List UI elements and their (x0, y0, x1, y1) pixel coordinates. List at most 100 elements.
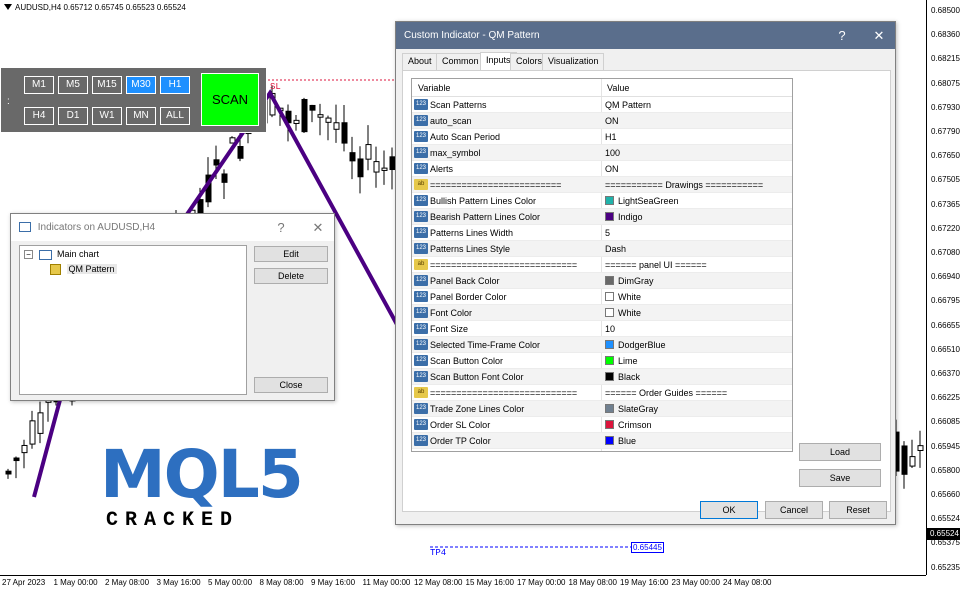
tree-item-qm-pattern[interactable]: QM Pattern (50, 264, 117, 276)
color-swatch[interactable] (605, 404, 614, 413)
input-row[interactable]: 123 Selected Time-Frame Color DodgerBlue (412, 337, 792, 353)
numeric-type-icon: 123 (414, 435, 428, 446)
ok-button[interactable]: OK (700, 501, 758, 519)
column-header-value[interactable]: Value (607, 79, 629, 97)
color-swatch[interactable] (605, 308, 614, 317)
timeframe-button-d1[interactable]: D1 (58, 107, 88, 125)
timeframe-button-m5[interactable]: M5 (58, 76, 88, 94)
inputs-grid[interactable]: Variable Value 123 Scan Patterns QM Patter… (411, 78, 793, 452)
input-row[interactable]: 123 Scan Button Font Color Black (412, 369, 792, 385)
input-row[interactable]: 123 Scan Patterns QM Pattern (412, 97, 792, 113)
indicators-window-titlebar[interactable]: Indicators on AUDUSD,H4 ? ✕ (11, 214, 334, 241)
input-row[interactable]: ab ============================ ====== pan… (412, 257, 792, 273)
indicator-tree[interactable]: − Main chart QM Pattern (19, 245, 247, 395)
color-swatch[interactable] (605, 420, 614, 429)
input-row[interactable]: 123 Font Color White (412, 305, 792, 321)
input-value[interactable]: ON (605, 161, 619, 177)
input-value[interactable]: Lime (618, 353, 638, 369)
timeframe-button-w1[interactable]: W1 (92, 107, 122, 125)
input-row[interactable]: 123 Alerts ON (412, 161, 792, 177)
timeframe-button-m1[interactable]: M1 (24, 76, 54, 94)
input-row[interactable]: 123 Order TP Color Blue (412, 433, 792, 449)
input-row[interactable]: 123 Order SL Color Crimson (412, 417, 792, 433)
color-swatch[interactable] (605, 340, 614, 349)
time-tick-label: 8 May 08:00 (259, 578, 304, 587)
tp4-label: TP4 (430, 548, 447, 558)
input-row[interactable]: 123 Panel Border Color White (412, 289, 792, 305)
input-row[interactable]: 123 Patterns Lines Style Dash (412, 241, 792, 257)
load-button[interactable]: Load (799, 443, 881, 461)
color-swatch[interactable] (605, 356, 614, 365)
tab-common[interactable]: Common (436, 53, 485, 70)
input-value[interactable]: ON (605, 113, 619, 129)
panel-drag-handle[interactable]: : (7, 96, 10, 107)
close-icon[interactable]: ✕ (864, 22, 894, 49)
input-row[interactable]: ab ========================= =========== D… (412, 177, 792, 193)
timeframe-button-mn[interactable]: MN (126, 107, 156, 125)
timeframe-button-all[interactable]: ALL (160, 107, 190, 125)
input-value[interactable]: LightSeaGreen (618, 193, 679, 209)
input-row[interactable]: 123 Bullish Pattern Lines Color LightSeaGr… (412, 193, 792, 209)
input-value[interactable]: ====== panel UI ====== (605, 257, 707, 273)
input-value[interactable]: White (618, 305, 641, 321)
tab-about[interactable]: About (402, 53, 438, 70)
candle-body (309, 104, 316, 111)
custom-indicator-titlebar[interactable]: Custom Indicator - QM Pattern ? ✕ (396, 22, 895, 49)
color-swatch[interactable] (605, 212, 614, 221)
input-row[interactable]: 123 Font Size 10 (412, 321, 792, 337)
input-value[interactable]: SlateGray (618, 401, 658, 417)
input-row[interactable]: 123 Trade Zone Lines Color SlateGray (412, 401, 792, 417)
input-value[interactable]: Dash (605, 241, 626, 257)
input-value[interactable]: 5 (605, 225, 610, 241)
input-row[interactable]: ab ============================ ====== Ord… (412, 385, 792, 401)
input-value[interactable]: =========== Drawings =========== (605, 177, 763, 193)
price-tick-label: 0.66795 (931, 296, 960, 306)
timeframe-button-h4[interactable]: H4 (24, 107, 54, 125)
tree-item-main-chart[interactable]: − Main chart (24, 249, 99, 260)
color-swatch[interactable] (605, 292, 614, 301)
color-swatch[interactable] (605, 276, 614, 285)
input-row[interactable]: 123 max_symbol 100 (412, 145, 792, 161)
input-value[interactable]: Black (618, 369, 640, 385)
input-value[interactable]: QM Pattern (605, 97, 651, 113)
input-variable-name: max_symbol (430, 148, 481, 158)
edit-button[interactable]: Edit (254, 246, 328, 262)
color-swatch[interactable] (605, 196, 614, 205)
input-row[interactable]: 123 Panel Back Color DimGray (412, 273, 792, 289)
input-variable-name: Panel Border Color (430, 292, 507, 302)
input-value[interactable]: DodgerBlue (618, 337, 666, 353)
column-header-variable[interactable]: Variable (418, 79, 450, 97)
reset-button[interactable]: Reset (829, 501, 887, 519)
timeframe-button-h1[interactable]: H1 (160, 76, 190, 94)
input-row[interactable]: 123 Auto Scan Period H1 (412, 129, 792, 145)
input-value[interactable]: 100 (605, 145, 620, 161)
input-row[interactable]: 123 Scan Button Color Lime (412, 353, 792, 369)
price-tick-label: 0.67930 (931, 102, 960, 112)
input-value[interactable]: ====== Order Guides ====== (605, 385, 727, 401)
input-value[interactable]: Blue (618, 433, 636, 449)
help-button[interactable]: ? (266, 214, 296, 241)
help-button[interactable]: ? (827, 22, 857, 49)
input-row[interactable]: 123 Bearish Pattern Lines Color Indigo (412, 209, 792, 225)
color-swatch[interactable] (605, 436, 614, 445)
input-value[interactable]: H1 (605, 129, 617, 145)
collapse-icon[interactable]: − (24, 250, 33, 259)
input-row[interactable]: 123 Patterns Lines Width 5 (412, 225, 792, 241)
close-icon[interactable]: ✕ (303, 214, 333, 241)
tab-visualization[interactable]: Visualization (542, 53, 605, 70)
delete-button[interactable]: Delete (254, 268, 328, 284)
timeframe-button-m30[interactable]: M30 (126, 76, 156, 94)
input-value[interactable]: Indigo (618, 209, 643, 225)
input-value[interactable]: DimGray (618, 273, 654, 289)
cancel-button[interactable]: Cancel (765, 501, 823, 519)
scan-button[interactable]: SCAN (201, 73, 259, 126)
timeframe-button-m15[interactable]: M15 (92, 76, 122, 94)
input-row[interactable]: 123 auto_scan ON (412, 113, 792, 129)
input-value[interactable]: Crimson (618, 417, 652, 433)
color-swatch[interactable] (605, 372, 614, 381)
input-value[interactable]: 10 (605, 321, 615, 337)
close-button[interactable]: Close (254, 377, 328, 393)
input-value[interactable]: White (618, 289, 641, 305)
save-button[interactable]: Save (799, 469, 881, 487)
candle-body (37, 412, 44, 434)
